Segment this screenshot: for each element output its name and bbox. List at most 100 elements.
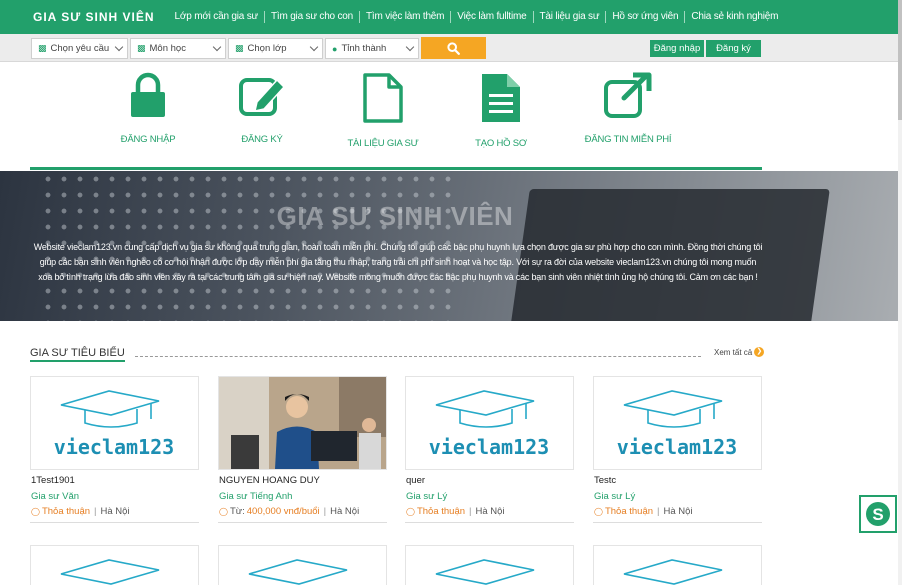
tutor-thumbnail: vieclam123: [405, 376, 574, 470]
view-all-label: Xem tất cả: [714, 347, 753, 357]
nav-item-candidate-profiles[interactable]: Hồ sơ ứng viên: [606, 11, 686, 23]
feature-label: TÀI LIỆU GIA SƯ: [347, 138, 419, 149]
nav-item-find-tutor[interactable]: Tìm gia sư cho con: [265, 11, 361, 23]
page-scrollbar[interactable]: [898, 0, 902, 585]
grade-select[interactable]: ▩ Chọn lớp: [228, 38, 323, 59]
tutor-price: Thỏa thuận: [416, 506, 466, 517]
view-all-link[interactable]: Xem tất cả ❯: [714, 347, 765, 357]
card-divider: [593, 522, 762, 523]
tutor-subject: Gia sư Lý: [594, 491, 636, 502]
tutor-price: Thỏa thuận: [604, 506, 654, 517]
tutor-thumbnail: vieclam123: [593, 376, 762, 470]
briefcase-icon: ▩: [137, 43, 146, 53]
city-select[interactable]: ● Tỉnh thành: [325, 38, 419, 59]
graduation-cap-icon: [60, 559, 160, 585]
tutor-photo: [218, 376, 387, 470]
tutor-name[interactable]: 1Test1901: [31, 475, 75, 486]
tutor-card-partial[interactable]: [218, 545, 387, 585]
tutor-subject: Gia sư Tiếng Anh: [219, 491, 293, 502]
feature-label: TẠO HỒ SƠ: [475, 138, 527, 149]
vieclam123-logo: vieclam123: [617, 390, 737, 459]
tutor-card-partial[interactable]: [405, 545, 574, 585]
chevron-down-icon: [309, 42, 319, 52]
feature-label: ĐĂNG KÝ: [241, 134, 283, 145]
skype-chat-button[interactable]: S: [859, 495, 897, 533]
tutor-location: Hà Nội: [100, 506, 130, 517]
card-divider: [405, 522, 574, 523]
hero-banner: GIA SƯ SINH VIÊN Website vieclam123.vn c…: [0, 171, 898, 321]
tutor-card-partial[interactable]: [30, 545, 199, 585]
document-icon: [363, 73, 403, 123]
brand-text: vieclam123: [54, 435, 174, 459]
site-logo[interactable]: GIA SƯ SINH VIÊN: [33, 10, 155, 24]
top-navbar: GIA SƯ SINH VIÊN Lớp mới cần gia sư Tìm …: [0, 0, 898, 34]
register-button[interactable]: Đăng ký: [706, 40, 761, 57]
brand-text: vieclam123: [429, 435, 549, 459]
tutor-price: Thỏa thuận: [41, 506, 91, 517]
card-divider: [218, 522, 387, 523]
tutor-card[interactable]: vieclam123 quer Gia sư Lý ◯ Thỏa thuận |…: [405, 376, 574, 523]
nav-item-new-classes[interactable]: Lớp mới cần gia sư: [169, 11, 265, 23]
card-divider: [30, 522, 199, 523]
tutor-name[interactable]: quer: [406, 475, 425, 486]
briefcase-icon: ▩: [235, 43, 244, 53]
tutor-meta: ◯ Từ: 400,000 vnđ/buổi | Hà Nội: [219, 506, 359, 517]
search-button[interactable]: [421, 37, 486, 59]
tutor-card-partial[interactable]: [593, 545, 762, 585]
feature-register[interactable]: ĐĂNG KÝ: [207, 72, 317, 145]
meta-separator: |: [323, 506, 327, 517]
meta-separator: |: [94, 506, 97, 517]
meta-separator: |: [657, 506, 660, 517]
coin-icon: ◯: [406, 507, 415, 516]
nav-item-tutor-documents[interactable]: Tài liệu gia sư: [534, 11, 607, 23]
tutor-location: Hà Nội: [475, 506, 505, 517]
tutor-card[interactable]: NGUYEN HOANG DUY Gia sư Tiếng Anh ◯ Từ: …: [218, 376, 387, 523]
external-link-icon: [604, 72, 652, 118]
feature-label: ĐĂNG NHẬP: [120, 134, 176, 145]
briefcase-icon: ▩: [38, 43, 47, 53]
feature-free-post[interactable]: ĐĂNG TIN MIỄN PHÍ: [573, 72, 683, 145]
feature-login[interactable]: ĐĂNG NHẬP: [93, 72, 203, 145]
feature-documents[interactable]: TÀI LIỆU GIA SƯ: [328, 72, 438, 149]
subject-select[interactable]: ▩ Môn học: [130, 38, 226, 59]
tutor-meta: ◯ Thỏa thuận | Hà Nội: [594, 506, 693, 517]
lock-icon: [131, 72, 165, 117]
scrollbar-thumb[interactable]: [898, 0, 902, 120]
coin-icon: ◯: [219, 507, 228, 516]
nav-item-part-time-jobs[interactable]: Tìm việc làm thêm: [360, 11, 452, 23]
tutor-location: Hà Nội: [663, 506, 693, 517]
coin-icon: ◯: [31, 507, 40, 516]
subject-select-value: Môn học: [149, 43, 186, 54]
brand-text: vieclam123: [617, 435, 737, 459]
nav-item-share-experience[interactable]: Chia sẻ kinh nghiệm: [685, 11, 784, 23]
feature-create-profile[interactable]: TẠO HỒ SƠ: [446, 72, 556, 149]
skype-icon: S: [866, 502, 890, 526]
meta-separator: |: [469, 506, 472, 517]
graduation-cap-icon: [623, 559, 723, 585]
map-marker-icon: ●: [332, 43, 338, 54]
svg-text:S: S: [872, 505, 883, 524]
tutor-subject: Gia sư Văn: [31, 491, 80, 502]
tutor-card[interactable]: vieclam123 Testc Gia sư Lý ◯ Thỏa thuận …: [593, 376, 762, 523]
tutor-thumbnail: vieclam123: [30, 376, 199, 470]
section-title: GIA SƯ TIÊU BIỂU: [30, 347, 125, 362]
tutor-price: 400,000 vnđ/buổi: [246, 506, 320, 517]
file-text-icon: [482, 74, 520, 122]
feature-links: ĐĂNG NHẬP ĐĂNG KÝ TÀI LIỆU GIA SƯ TẠO HỒ…: [30, 62, 762, 170]
tutor-name[interactable]: NGUYEN HOANG DUY: [219, 475, 320, 486]
graduation-cap-icon: [435, 559, 535, 585]
chevron-down-icon: [212, 42, 222, 52]
chevron-right-icon: ❯: [754, 347, 765, 357]
tutor-subject: Gia sư Lý: [406, 491, 448, 502]
request-select[interactable]: ▩ Chọn yêu cầu: [31, 38, 128, 59]
grade-select-value: Chọn lớp: [247, 43, 287, 54]
vieclam123-logo: vieclam123: [429, 390, 549, 459]
login-button[interactable]: Đăng nhập: [650, 40, 704, 57]
tutor-card[interactable]: vieclam123 1Test1901 Gia sư Văn ◯ Thỏa t…: [30, 376, 199, 523]
chevron-down-icon: [114, 42, 124, 52]
tutor-name[interactable]: Testc: [594, 475, 616, 486]
edit-icon: [239, 78, 286, 116]
nav-item-fulltime-jobs[interactable]: Việc làm fulltime: [451, 11, 534, 23]
city-select-value: Tỉnh thành: [341, 43, 387, 54]
feature-label: ĐĂNG TIN MIỄN PHÍ: [584, 134, 672, 145]
